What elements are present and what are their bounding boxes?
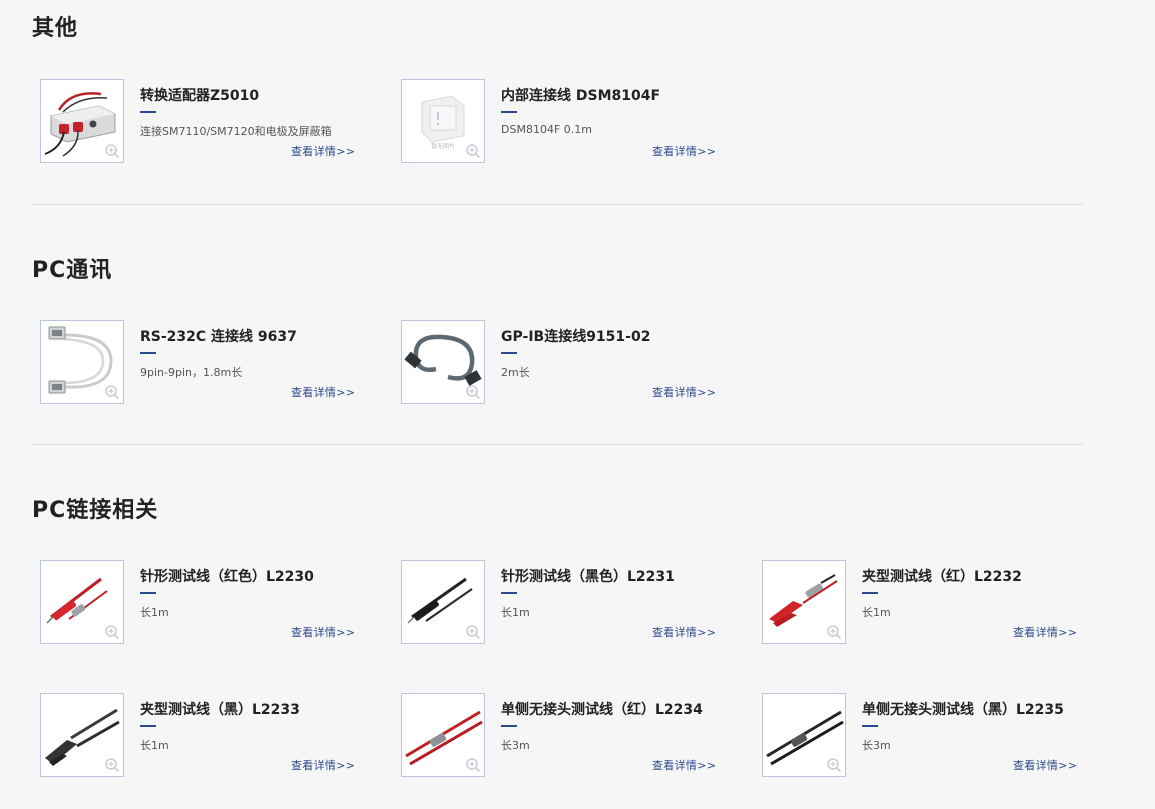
view-details-link[interactable]: 查看详情>> [652,384,716,400]
zoom-icon[interactable] [465,143,481,159]
product-thumbnail[interactable]: 暂无图片 [401,79,485,163]
product-card: 针形测试线（红色）L2230 长1m 查看详情>> [32,560,362,646]
product-description: 长1m [140,606,169,619]
product-description: 长3m [501,739,530,752]
title-accent-bar [140,352,156,354]
view-details-link[interactable]: 查看详情>> [652,757,716,773]
product-card: 暂无图片 内部连接线 DSM8104F DSM8104F 0.1m 查看详情>> [393,79,723,165]
product-thumbnail[interactable] [40,79,124,163]
title-accent-bar [140,111,156,113]
product-card: 夹型测试线（红）L2232 长1m 查看详情>> [754,560,1084,646]
product-description: 连接SM7110/SM7120和电极及屏蔽箱 [140,125,332,138]
zoom-icon[interactable] [465,757,481,773]
zoom-icon[interactable] [465,624,481,640]
product-thumbnail[interactable] [762,560,846,644]
section-title-pc-link: PC链接相关 [32,498,159,523]
product-thumbnail[interactable] [401,560,485,644]
zoom-icon[interactable] [826,624,842,640]
product-thumbnail[interactable] [40,560,124,644]
title-accent-bar [862,725,878,727]
view-details-link[interactable]: 查看详情>> [291,384,355,400]
product-title[interactable]: 单侧无接头测试线（黑）L2235 [862,699,1064,719]
section-divider [32,204,1083,205]
zoom-icon[interactable] [104,384,120,400]
product-title[interactable]: 内部连接线 DSM8104F [501,85,660,105]
product-title[interactable]: 转换适配器Z5010 [140,85,259,105]
title-accent-bar [501,352,517,354]
product-description: 长1m [501,606,530,619]
section-title-other: 其他 [32,16,79,41]
title-accent-bar [501,111,517,113]
zoom-icon[interactable] [465,384,481,400]
view-details-link[interactable]: 查看详情>> [291,624,355,640]
view-details-link[interactable]: 查看详情>> [1013,624,1077,640]
product-description: DSM8104F 0.1m [501,123,592,136]
svg-text:暂无图片: 暂无图片 [431,142,455,150]
product-description: 9pin-9pin，1.8m长 [140,366,243,379]
title-accent-bar [140,725,156,727]
product-title[interactable]: 单侧无接头测试线（红）L2234 [501,699,703,719]
product-title[interactable]: RS-232C 连接线 9637 [140,326,297,346]
product-title[interactable]: GP-IB连接线9151-02 [501,326,650,346]
section-title-pc-communication: PC通讯 [32,258,113,283]
product-thumbnail[interactable] [401,693,485,777]
product-title[interactable]: 夹型测试线（黑）L2233 [140,699,300,719]
section-divider [32,444,1083,445]
product-thumbnail[interactable] [40,320,124,404]
product-description: 长1m [862,606,891,619]
product-description: 长3m [862,739,891,752]
product-card: GP-IB连接线9151-02 2m长 查看详情>> [393,320,723,406]
view-details-link[interactable]: 查看详情>> [652,143,716,159]
title-accent-bar [501,592,517,594]
product-title[interactable]: 夹型测试线（红）L2232 [862,566,1022,586]
view-details-link[interactable]: 查看详情>> [1013,757,1077,773]
product-card: 夹型测试线（黑）L2233 长1m 查看详情>> [32,693,362,779]
product-description: 2m长 [501,366,530,379]
product-card: 单侧无接头测试线（黑）L2235 长3m 查看详情>> [754,693,1084,779]
title-accent-bar [862,592,878,594]
zoom-icon[interactable] [104,757,120,773]
product-thumbnail[interactable] [401,320,485,404]
product-title[interactable]: 针形测试线（黑色）L2231 [501,566,675,586]
zoom-icon[interactable] [104,143,120,159]
product-description: 长1m [140,739,169,752]
product-thumbnail[interactable] [40,693,124,777]
view-details-link[interactable]: 查看详情>> [291,757,355,773]
view-details-link[interactable]: 查看详情>> [652,624,716,640]
product-card: 针形测试线（黑色）L2231 长1m 查看详情>> [393,560,723,646]
product-thumbnail[interactable] [762,693,846,777]
zoom-icon[interactable] [826,757,842,773]
product-title[interactable]: 针形测试线（红色）L2230 [140,566,314,586]
product-card: 单侧无接头测试线（红）L2234 长3m 查看详情>> [393,693,723,779]
title-accent-bar [501,725,517,727]
product-card: 转换适配器Z5010 连接SM7110/SM7120和电极及屏蔽箱 查看详情>> [32,79,362,165]
title-accent-bar [140,592,156,594]
view-details-link[interactable]: 查看详情>> [291,143,355,159]
product-card: RS-232C 连接线 9637 9pin-9pin，1.8m长 查看详情>> [32,320,362,406]
zoom-icon[interactable] [104,624,120,640]
